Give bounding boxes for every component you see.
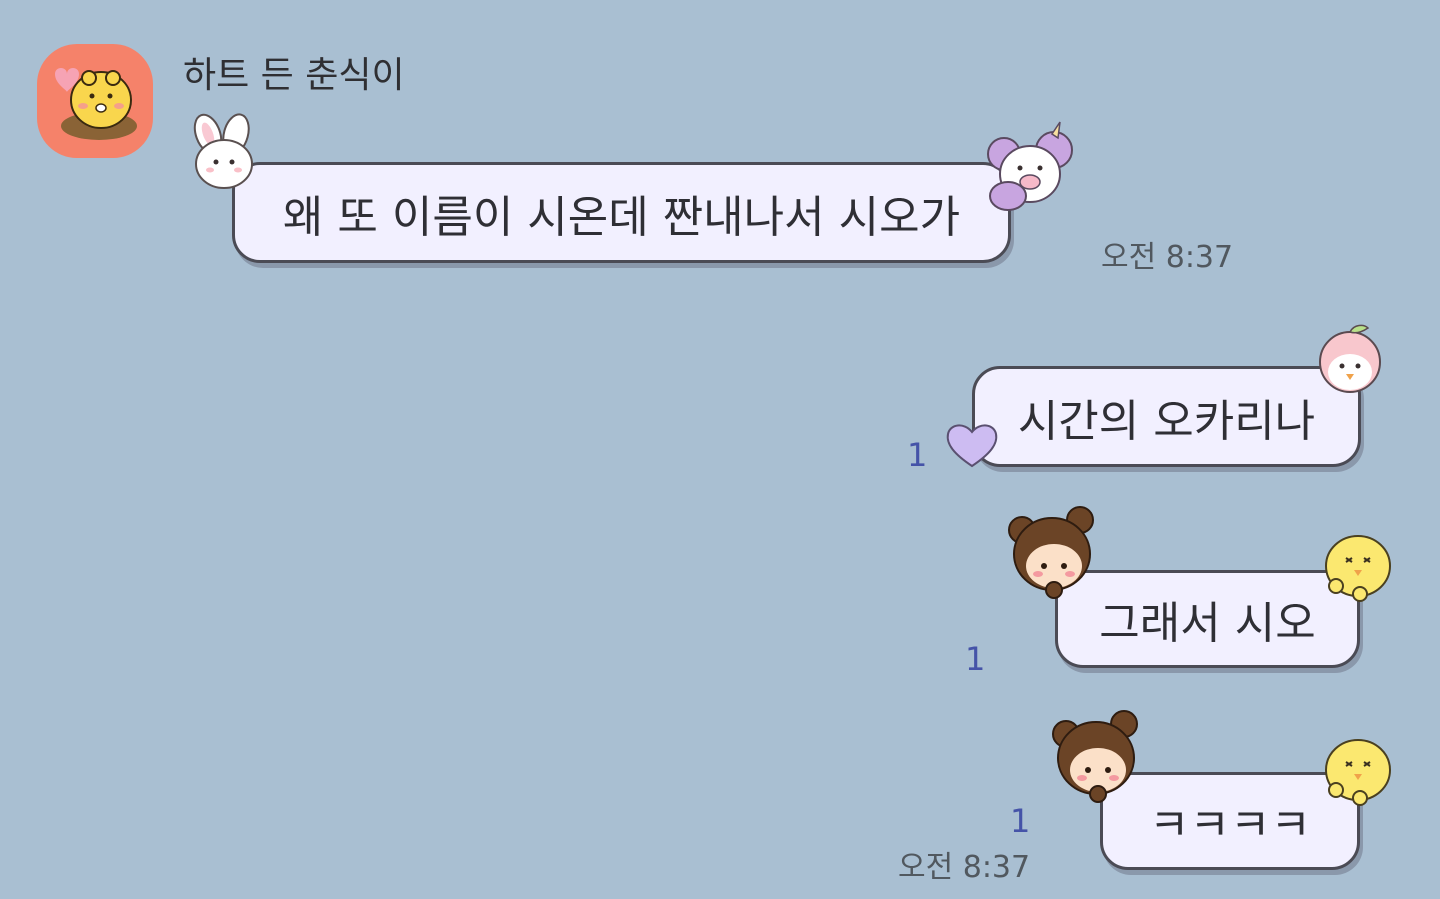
message-timestamp: 오전 8:37 <box>898 850 1031 885</box>
message-text: 시간의 오카리나 <box>1017 395 1316 447</box>
message-bubble[interactable]: 왜 또 이름이 시온데 짠내나서 시오가 <box>232 162 1011 263</box>
unicorn-sticker-icon <box>987 121 1073 211</box>
chick-sticker-icon <box>1325 739 1391 806</box>
bear-girl-sticker-icon <box>1008 506 1094 599</box>
message-text: 왜 또 이름이 시온데 짠내나서 시오가 <box>282 191 961 243</box>
bunny-sticker-icon <box>193 113 253 189</box>
unread-count: 1 <box>965 640 986 678</box>
unread-count: 1 <box>907 436 928 474</box>
peach-bird-sticker-icon <box>1319 324 1381 393</box>
chick-sticker-icon <box>1325 535 1391 602</box>
sender-name: 하트 든 춘식이 <box>183 55 405 96</box>
message-text: ㅋㅋㅋㅋ <box>1149 800 1311 851</box>
message-text: 그래서 시오 <box>1099 598 1316 649</box>
sender-avatar[interactable] <box>37 44 153 158</box>
message-timestamp: 오전 8:37 <box>1101 240 1234 275</box>
unread-count: 1 <box>1010 802 1031 840</box>
message-bubble[interactable]: 시간의 오카리나 <box>972 366 1361 467</box>
chunsik-avatar-icon <box>55 68 137 140</box>
bear-girl-sticker-icon <box>1052 710 1138 803</box>
heart-sticker-icon <box>946 424 998 468</box>
